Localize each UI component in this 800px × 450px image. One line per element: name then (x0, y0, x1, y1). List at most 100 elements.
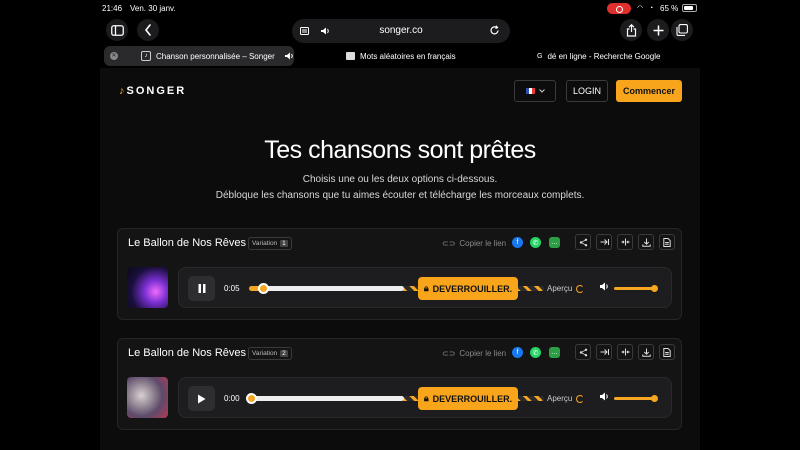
lyrics-button[interactable] (659, 234, 675, 250)
status-date: Ven. 30 janv. (130, 4, 176, 13)
tab-songer[interactable]: ✕ ♪ Chanson personnalisée – Songer (104, 46, 294, 66)
download-icon (641, 348, 651, 357)
wifi-icon: ◠ ◔ (637, 5, 656, 12)
songer-logo[interactable]: ♪ SONGER (119, 85, 186, 97)
song-card: Le Ballon de Nos Rêves Variation 2 ⊂⊃ Copi… (117, 338, 682, 430)
unlock-button[interactable]: 🔒︎ DEVERROUILLER. (418, 387, 518, 410)
screen-recording-icon[interactable] (607, 3, 631, 14)
progress-knob[interactable] (246, 393, 257, 404)
arrow-right-bar-icon (600, 349, 609, 355)
elapsed-time: 0:05 (224, 284, 240, 293)
page-title: Tes chansons sont prêtes (264, 136, 536, 164)
copy-link-button[interactable]: ⊂⊃ Copier le lien (442, 349, 506, 358)
tab-title: Chanson personnalisée – Songer (156, 52, 275, 61)
split-arrows-icon (621, 238, 629, 246)
language-selector[interactable] (514, 80, 556, 102)
play-button[interactable] (188, 386, 215, 411)
sidebar-icon (110, 24, 124, 36)
facebook-icon[interactable]: f (512, 237, 523, 248)
tab-bar: ✕ ♪ Chanson personnalisée – Songer Mots … (100, 46, 700, 66)
tab-mots-aleatoires[interactable]: Mots aléatoires en français (346, 46, 506, 66)
share-icon (626, 23, 636, 37)
elapsed-time: 0:00 (224, 394, 240, 403)
play-icon (198, 394, 206, 403)
unlock-button[interactable]: 🔒︎ DEVERROUILLER. (418, 277, 518, 300)
lyrics-button[interactable] (659, 344, 675, 360)
share-link-button[interactable] (575, 344, 591, 360)
document-icon (663, 347, 671, 357)
tab-title: dé en ligne - Recherche Google (547, 51, 661, 61)
volume-icon[interactable] (599, 392, 610, 401)
whatsapp-icon[interactable]: ✆ (530, 347, 541, 358)
web-page: ♪ SONGER LOGIN Commencer Tes chansons son… (100, 68, 700, 450)
arrow-right-bar-icon (600, 239, 609, 245)
volume-knob[interactable] (651, 285, 658, 292)
tab-google[interactable]: G dé en ligne - Recherche Google (537, 46, 697, 66)
link-icon: ⊂⊃ (442, 239, 456, 248)
browser-toolbar: songer.co (100, 18, 700, 44)
status-time: 21:46 (102, 4, 123, 13)
french-flag-icon (525, 88, 535, 94)
volume-slider[interactable] (614, 285, 658, 292)
status-bar: 21:46 Ven. 30 janv. ◠ ◔ 65 % (0, 0, 800, 18)
facebook-icon[interactable]: f (512, 347, 523, 358)
login-button[interactable]: LOGIN (566, 80, 608, 102)
battery-percent: 65 % (660, 4, 679, 13)
sms-icon[interactable]: … (549, 237, 560, 248)
plus-icon (653, 25, 663, 35)
progress-knob[interactable] (258, 283, 269, 294)
audio-player: 0:00 🔒︎ DEVERROUILLER. Aperçu (178, 377, 672, 418)
link-icon: ⊂⊃ (442, 349, 456, 358)
variation-badge: Variation 2 (248, 347, 292, 360)
share-link-button[interactable] (575, 234, 591, 250)
song-cover-image (127, 377, 168, 418)
google-favicon: G (537, 52, 543, 60)
new-tab-button[interactable] (647, 19, 669, 41)
url-text: songer.co (379, 25, 423, 36)
lock-icon: 🔒︎ (423, 393, 429, 403)
download-button[interactable] (638, 344, 654, 360)
sidebar-toggle-button[interactable] (106, 19, 128, 41)
audio-player: 0:05 🔒︎ DEVERROUILLER. Aperçu (178, 267, 672, 308)
volume-knob[interactable] (651, 395, 658, 402)
song-title: Le Ballon de Nos Rêves (128, 237, 247, 249)
tab-audio-icon[interactable] (284, 52, 294, 60)
volume-icon[interactable] (599, 282, 610, 291)
tab-overview-button[interactable] (671, 19, 693, 41)
address-bar[interactable]: songer.co (292, 19, 510, 43)
lock-icon: 🔒︎ (423, 283, 429, 293)
start-button[interactable]: Commencer (616, 80, 682, 102)
envelope-favicon (346, 52, 355, 60)
document-icon (663, 237, 671, 247)
copy-link-button[interactable]: ⊂⊃ Copier le lien (442, 239, 506, 248)
chevron-left-icon (144, 24, 151, 36)
share-nodes-icon (579, 348, 587, 356)
sms-icon[interactable]: … (549, 347, 560, 358)
download-button[interactable] (638, 234, 654, 250)
variation-badge: Variation 1 (248, 237, 292, 250)
pause-icon (198, 284, 205, 293)
song-title: Le Ballon de Nos Rêves (128, 347, 247, 359)
export-button[interactable] (596, 344, 612, 360)
loading-spinner-icon (576, 394, 585, 403)
split-arrows-icon (621, 348, 629, 356)
close-tab-icon[interactable]: ✕ (110, 52, 118, 60)
music-note-icon: ♪ (119, 85, 125, 97)
songer-favicon: ♪ (141, 51, 151, 61)
battery-icon (682, 4, 697, 12)
split-button[interactable] (617, 344, 633, 360)
subtitle-line-1: Choisis une ou les deux options ci-desso… (302, 174, 498, 185)
tabs-icon (676, 24, 688, 36)
back-button[interactable] (137, 19, 159, 41)
whatsapp-icon[interactable]: ✆ (530, 237, 541, 248)
tab-title: Mots aléatoires en français (360, 51, 456, 61)
export-button[interactable] (596, 234, 612, 250)
share-button[interactable] (620, 19, 642, 41)
split-button[interactable] (617, 234, 633, 250)
loading-spinner-icon (576, 284, 585, 293)
pause-button[interactable] (188, 276, 215, 301)
preview-indicator: Aperçu (547, 284, 585, 293)
chevron-down-icon (538, 89, 545, 93)
reload-icon[interactable] (489, 25, 500, 36)
volume-slider[interactable] (614, 395, 658, 402)
